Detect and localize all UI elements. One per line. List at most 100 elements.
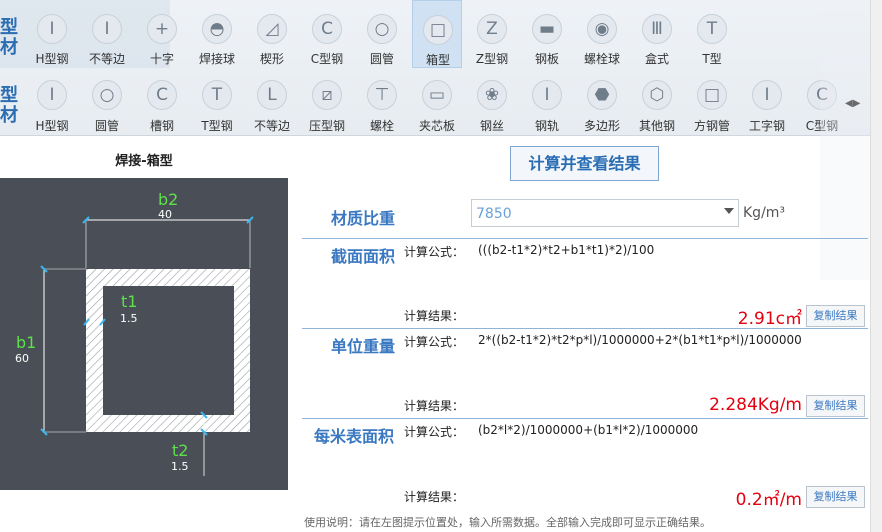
formula-label: 计算公式： (404, 335, 465, 349)
box-section-diagram: b2 40 b1 60 t1 1.5 t2 1.5 (0, 178, 288, 490)
shape-button[interactable]: I 不等边 (82, 0, 132, 68)
shape-icon: C (147, 80, 177, 110)
section-divider (302, 328, 868, 329)
toolbar-row-welded: 型材 I H型钢 I 不等边 + 十字 ◓ 焊接球 ◿ 楔形 C C型钢 ○ 圆管 □ 箱型 Z Z型钢 ▬ 钢板 ◉ 螺… (0, 0, 882, 68)
shape-button[interactable]: I H型钢 (27, 68, 77, 136)
shape-label: 箱型 (425, 53, 450, 67)
t1-label: t1 (121, 292, 138, 311)
chevron-down-icon[interactable] (724, 208, 734, 214)
shape-icon: ⊤ (367, 80, 397, 110)
shape-label: H型钢 (35, 119, 69, 133)
copy-result-button[interactable]: 复制结果 (806, 395, 865, 417)
section-title-surface: 每米表面积 (314, 427, 395, 446)
b2-value-input[interactable]: 40 (158, 208, 172, 221)
shape-icon: ⬡ (642, 80, 672, 110)
calculate-button[interactable]: 计算并查看结果 (510, 146, 659, 181)
shape-icon: ○ (367, 14, 397, 44)
section-divider (302, 418, 868, 419)
shape-button[interactable]: I 钢轨 (522, 68, 572, 136)
shape-button[interactable]: ○ 圆管 (357, 0, 407, 68)
density-label: 材质比重 (331, 209, 396, 228)
shape-button[interactable]: ○ 圆管 (82, 68, 132, 136)
box-section-drawing (40, 216, 254, 476)
shape-icon: ▬ (532, 14, 562, 44)
shape-icon: I (752, 80, 782, 110)
t1-value-input[interactable]: 1.5 (120, 312, 138, 325)
shape-button[interactable]: L 不等边 (247, 68, 297, 136)
shape-label: 压型钢 (308, 119, 345, 133)
shape-button[interactable]: + 十字 (137, 0, 187, 68)
row-side-label: 型材 (0, 17, 18, 58)
b1-value-input[interactable]: 60 (15, 352, 29, 365)
section-divider (302, 238, 868, 239)
shape-button[interactable]: ◿ 楔形 (247, 0, 297, 68)
shape-button[interactable]: C C型钢 (302, 0, 352, 68)
shape-label: 焊接球 (198, 52, 235, 66)
result-label: 计算结果： (404, 309, 465, 323)
shape-button[interactable]: ⧄ 压型钢 (302, 68, 352, 136)
formula-weight: 2*((b2-t1*2)*t2*p*l)/1000000+2*(b1*t1*p*… (478, 333, 802, 347)
shape-icon: ▭ (422, 80, 452, 110)
scrollbar[interactable] (870, 0, 882, 532)
shape-button[interactable]: T T型钢 (192, 68, 242, 136)
toolbar-row-profiles: 型材 ◀▶ I H型钢 ○ 圆管 C 槽钢 T T型钢 L 不等边 ⧄ 压型钢 ⊤ 螺栓 ▭ 夹芯板 ❀ 钢丝 I 钢… (0, 68, 882, 136)
shape-button[interactable]: T T型 (687, 0, 737, 68)
shape-label: 钢丝 (479, 119, 504, 133)
shape-button[interactable]: ◓ 焊接球 (192, 0, 242, 68)
shape-label: 盒式 (644, 52, 669, 66)
shape-icon: I (37, 14, 67, 44)
shape-label: 其他钢 (638, 119, 675, 133)
result-area: 2.91c㎡ (737, 309, 802, 329)
shape-icon: L (257, 80, 287, 110)
shape-button[interactable]: ⊤ 螺栓 (357, 68, 407, 136)
shape-button[interactable]: ▭ 夹芯板 (412, 68, 462, 136)
shape-button[interactable]: I H型钢 (27, 0, 77, 68)
shape-icon: T (697, 14, 727, 44)
copy-result-button[interactable]: 复制结果 (806, 305, 865, 327)
shape-label: 螺栓球 (583, 52, 620, 66)
shape-button[interactable]: ◉ 螺栓球 (577, 0, 627, 68)
shape-icon: C (312, 14, 342, 44)
shape-button[interactable]: Ⅲ 盒式 (632, 0, 682, 68)
t2-value-input[interactable]: 1.5 (171, 460, 189, 473)
shape-label: 夹芯板 (418, 119, 455, 133)
shape-button[interactable]: C 槽钢 (137, 68, 187, 136)
shape-label: 不等边 (88, 52, 125, 66)
shape-label: 圆管 (94, 119, 119, 133)
formula-label: 计算公式： (404, 425, 465, 439)
shape-icon: I (37, 80, 67, 110)
shape-button[interactable]: ⬡ 其他钢 (632, 68, 682, 136)
shape-button[interactable]: I 工字钢 (742, 68, 792, 136)
result-label: 计算结果： (404, 490, 465, 504)
b2-label: b2 (158, 190, 179, 209)
shape-label: 槽钢 (149, 119, 174, 133)
copy-result-button[interactable]: 复制结果 (806, 486, 865, 508)
result-surface: 0.2㎡/m (735, 490, 802, 510)
shape-icon: Ⅲ (642, 14, 672, 44)
b1-label: b1 (16, 333, 37, 352)
shape-icon: ⬣ (587, 80, 617, 110)
density-select[interactable]: 7850 (471, 199, 739, 227)
shape-button[interactable]: □ 箱型 (412, 0, 462, 68)
shape-button[interactable]: ⬣ 多边形 (577, 68, 627, 136)
formula-surface: (b2*l*2)/1000000+(b1*l*2)/1000000 (478, 423, 699, 437)
density-unit: Kg/m³ (743, 205, 786, 221)
shape-label: 多边形 (583, 119, 620, 133)
row-side-label: 型材 (0, 85, 18, 126)
shape-button[interactable]: ❀ 钢丝 (467, 68, 517, 136)
shape-icon: Z (477, 14, 507, 44)
shape-label: Z型钢 (475, 52, 509, 66)
shape-button[interactable]: ▬ 钢板 (522, 0, 572, 68)
shape-icon: □ (423, 15, 453, 45)
shape-label: 圆管 (369, 52, 394, 66)
shape-label: 钢轨 (534, 119, 559, 133)
shape-button[interactable]: Z Z型钢 (467, 0, 517, 68)
shape-button[interactable]: □ 方钢管 (687, 68, 737, 136)
shape-toolbar: 型材 I H型钢 I 不等边 + 十字 ◓ 焊接球 ◿ 楔形 C C型钢 ○ 圆管 □ 箱型 Z Z型钢 ▬ 钢板 ◉ 螺… (0, 0, 882, 136)
section-title-area: 截面面积 (331, 247, 396, 266)
density-value: 7850 (476, 206, 512, 222)
formula-area: (((b2-t1*2)*t2+b1*t1)*2)/100 (478, 243, 655, 257)
shape-label: 楔形 (259, 52, 284, 66)
shape-icon: □ (697, 80, 727, 110)
shape-icon: ⧄ (312, 80, 342, 110)
